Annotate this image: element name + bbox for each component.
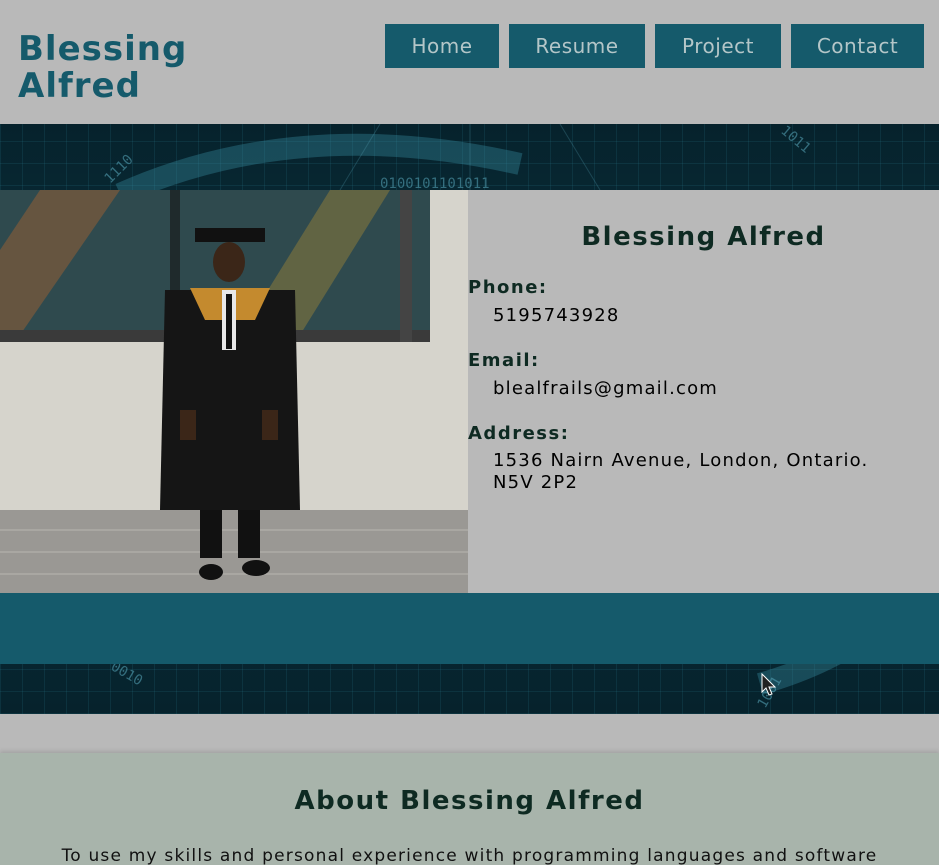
about-title: About Blessing Alfred xyxy=(294,786,645,816)
nav-contact-button[interactable]: Contact xyxy=(791,24,924,68)
about-section: About Blessing Alfred To use my skills a… xyxy=(0,753,939,865)
nav-project-button[interactable]: Project xyxy=(655,24,781,68)
nav-resume-button[interactable]: Resume xyxy=(509,24,645,68)
teal-band xyxy=(0,593,939,664)
address-label: Address: xyxy=(468,423,570,444)
phone-label: Phone: xyxy=(468,277,548,298)
address-value: 1536 Nairn Avenue, London, Ontario. N5V … xyxy=(493,450,869,493)
phone-value: 5195743928 xyxy=(493,305,620,326)
graduation-photo xyxy=(0,190,468,594)
mouse-pointer-icon xyxy=(761,673,777,696)
email-value[interactable]: blealfrails@gmail.com xyxy=(493,378,914,400)
about-text: To use my skills and personal experience… xyxy=(61,846,878,865)
site-brand[interactable]: Blessing Alfred xyxy=(18,31,218,105)
nav-home-button[interactable]: Home xyxy=(385,24,499,68)
svg-text:1011: 1011 xyxy=(777,124,813,157)
site-header: Blessing Alfred Home Resume Project Cont… xyxy=(0,0,939,124)
profile-name: Blessing Alfred xyxy=(581,222,826,252)
email-label: Email: xyxy=(468,350,540,371)
